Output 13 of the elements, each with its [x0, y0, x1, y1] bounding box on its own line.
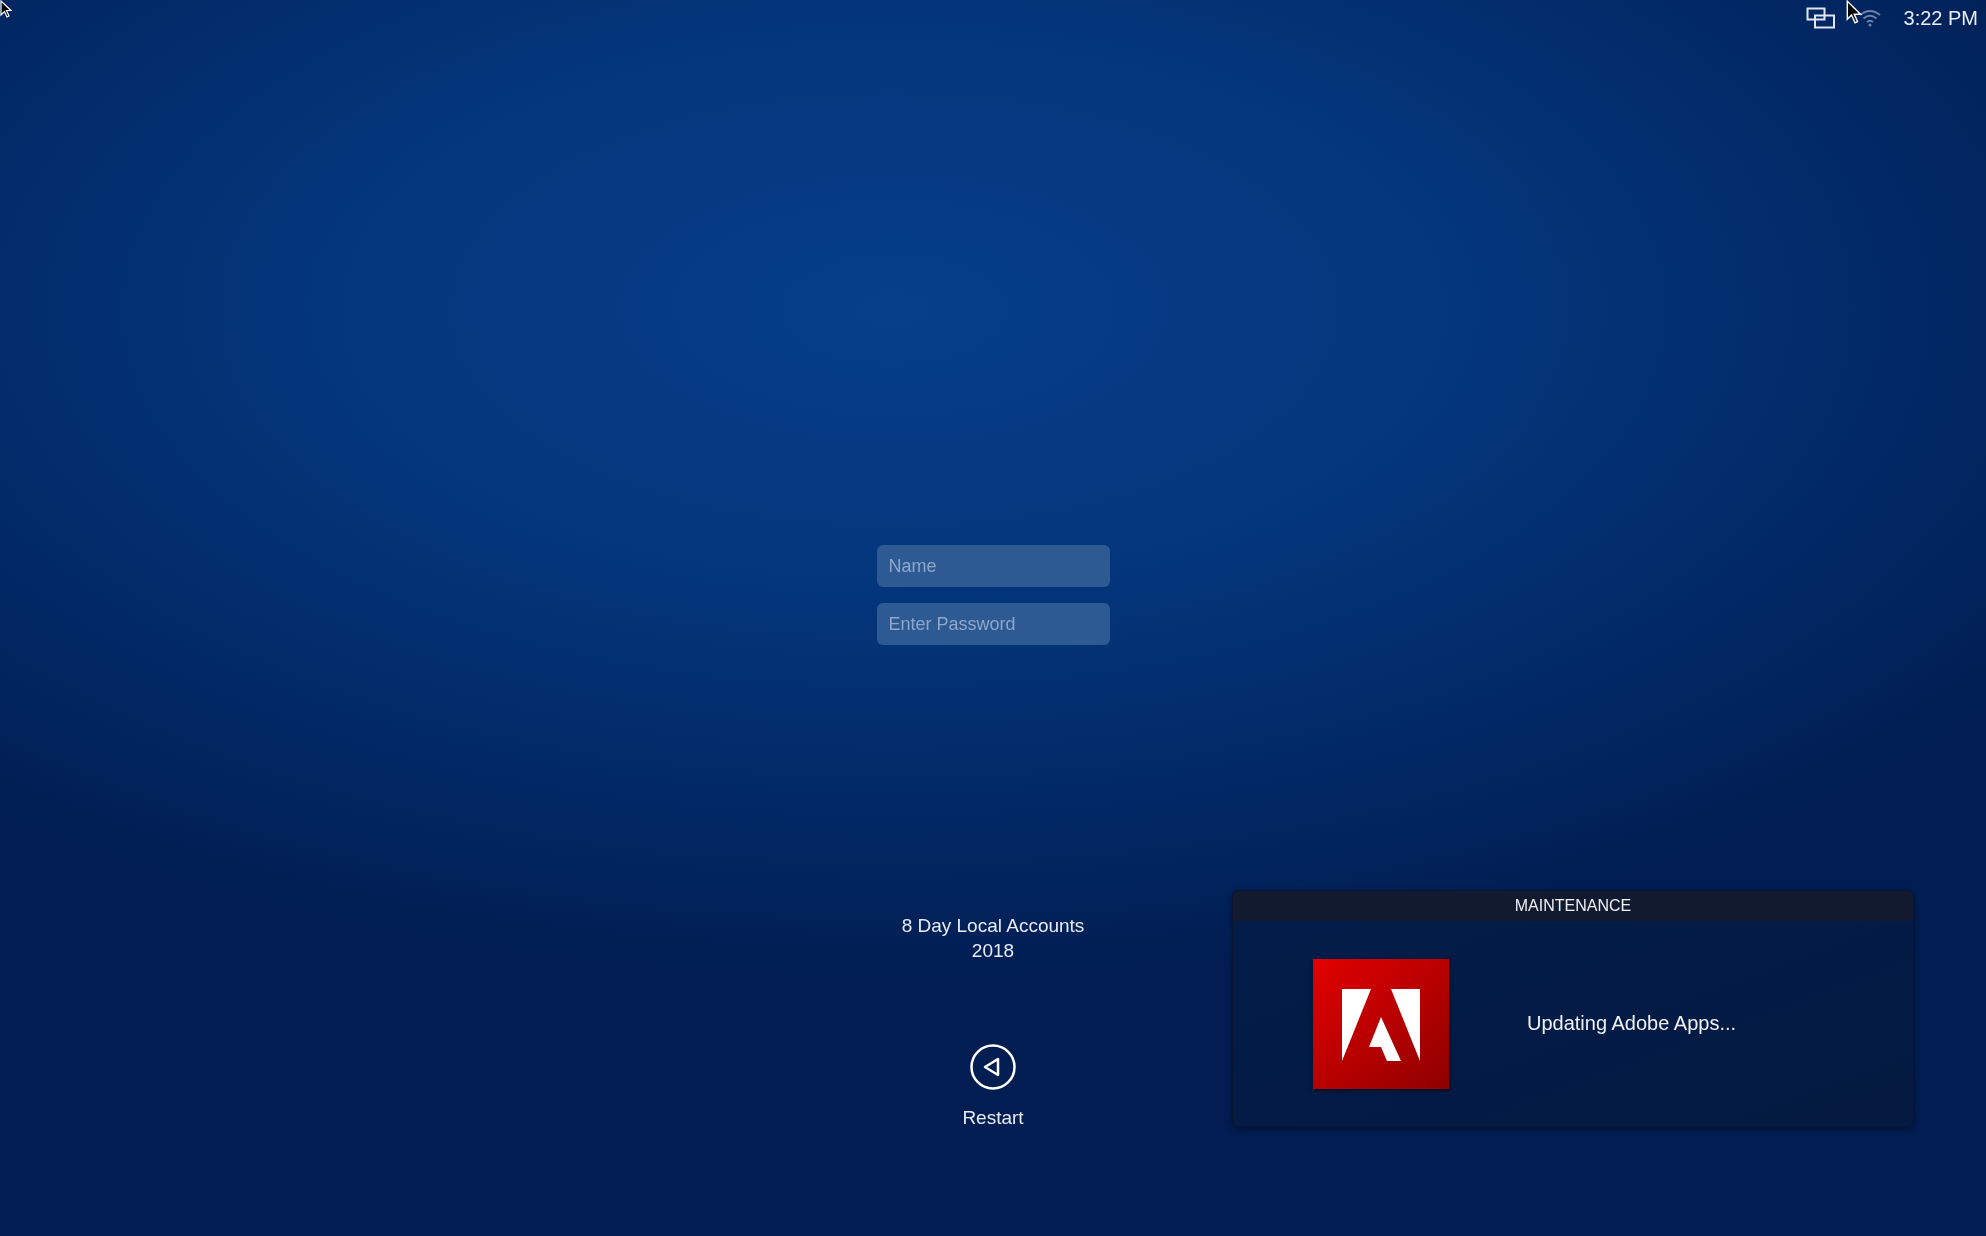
restart-icon — [969, 1043, 1017, 1091]
pointer-cursor-icon — [0, 0, 12, 18]
display-icon[interactable] — [1805, 7, 1836, 29]
restart-button[interactable]: Restart — [962, 1043, 1024, 1129]
pointer-cursor-icon — [1846, 0, 1863, 24]
clock-time: 3:22 PM — [1903, 6, 1978, 30]
input-field[interactable]: Name — [876, 545, 1110, 587]
login-message: 8 Day Local Accounts 2018 — [901, 914, 1085, 963]
wifi-icon[interactable] — [1857, 9, 1882, 27]
input-field[interactable]: Enter Password — [876, 603, 1110, 645]
notification-message: Updating Adobe Apps... — [1527, 1012, 1737, 1035]
panel-title: MAINTENANCE — [1233, 891, 1913, 921]
app-logo-icon — [1313, 958, 1449, 1089]
